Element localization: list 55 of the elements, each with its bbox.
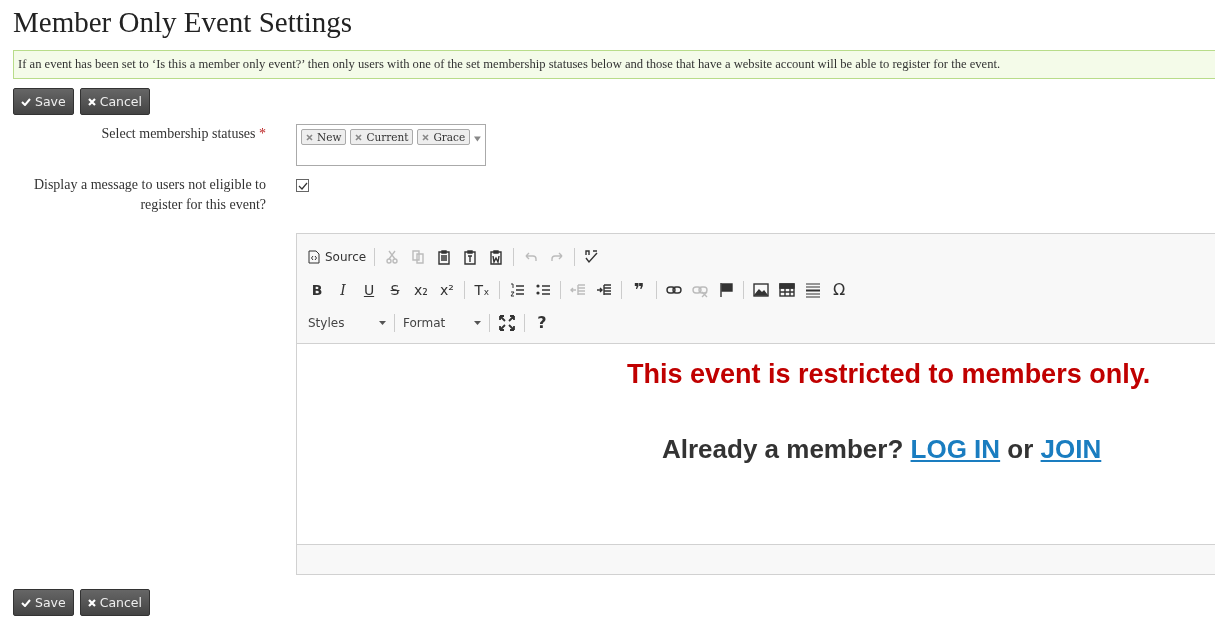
caret-icon [379,320,386,325]
status-tag[interactable]: Grace [417,129,471,145]
dropdown-button[interactable]: Styles [305,310,389,335]
outdent-icon [570,281,586,298]
remove-icon[interactable] [422,133,430,141]
underline-button[interactable]: U [357,277,381,302]
message-checkbox[interactable] [296,179,309,192]
image-icon [753,281,769,298]
status-select[interactable]: New Current Grace [296,124,486,166]
numbered-list-icon [509,281,525,298]
symbol-button[interactable]: Ω [827,277,851,302]
cut-icon [384,248,401,265]
source-button[interactable]: Source [305,244,370,269]
flag-icon [718,281,734,298]
copy-icon [410,248,427,265]
save-button[interactable]: Save [13,589,74,616]
cancel-button[interactable]: Cancel [79,589,151,616]
script-button[interactable]: x₂ [409,277,433,302]
bold-button[interactable]: B [305,277,329,302]
strike-button[interactable]: S [383,277,407,302]
info-message: If an event has been set to ‘Is this a member only event?’ then only users with one of the set membership statuses below and those that have a website account will be able to register for the event. [13,50,1215,79]
field-label: Select membership statuses * [101,126,266,141]
help-button[interactable]: ? [530,310,554,335]
paste-text-icon [462,248,479,265]
status-tag[interactable]: New [301,129,347,145]
paste-word-icon [488,248,505,265]
dropdown-button[interactable]: Format [400,310,484,335]
join-link[interactable]: JOIN [1040,434,1102,464]
close-icon [87,97,96,106]
quote-button[interactable]: ❞ [627,277,651,302]
save-button[interactable]: Save [13,88,74,115]
remove-icon[interactable] [306,133,313,141]
rule-icon [805,281,821,298]
cancel-button[interactable]: Cancel [79,88,151,115]
remove-icon[interactable] [355,133,363,141]
restricted-notice: This event is restricted to members only. [627,359,1152,390]
remove-format-button[interactable]: Tₓ [470,277,494,302]
script-button[interactable]: x² [435,277,459,302]
member-prompt: Already a member? [662,434,904,464]
close-icon [87,598,96,607]
maximize-icon [499,314,515,331]
status-tag[interactable]: Current [350,129,414,145]
check-icon [21,97,31,106]
indent-icon [596,281,612,298]
italic-button[interactable]: I [331,277,355,302]
check-icon [21,598,31,607]
table-icon [779,281,795,298]
or-text: or [1007,434,1034,464]
login-link[interactable]: LOG IN [910,434,1001,464]
field-label: Display a message to users not eligible to register for this event? [33,177,266,212]
page-title: Member Only Event Settings [13,5,354,40]
paste-icon [436,248,453,265]
caret-icon [474,320,481,325]
caret-icon [474,136,481,142]
source-icon [308,249,320,264]
